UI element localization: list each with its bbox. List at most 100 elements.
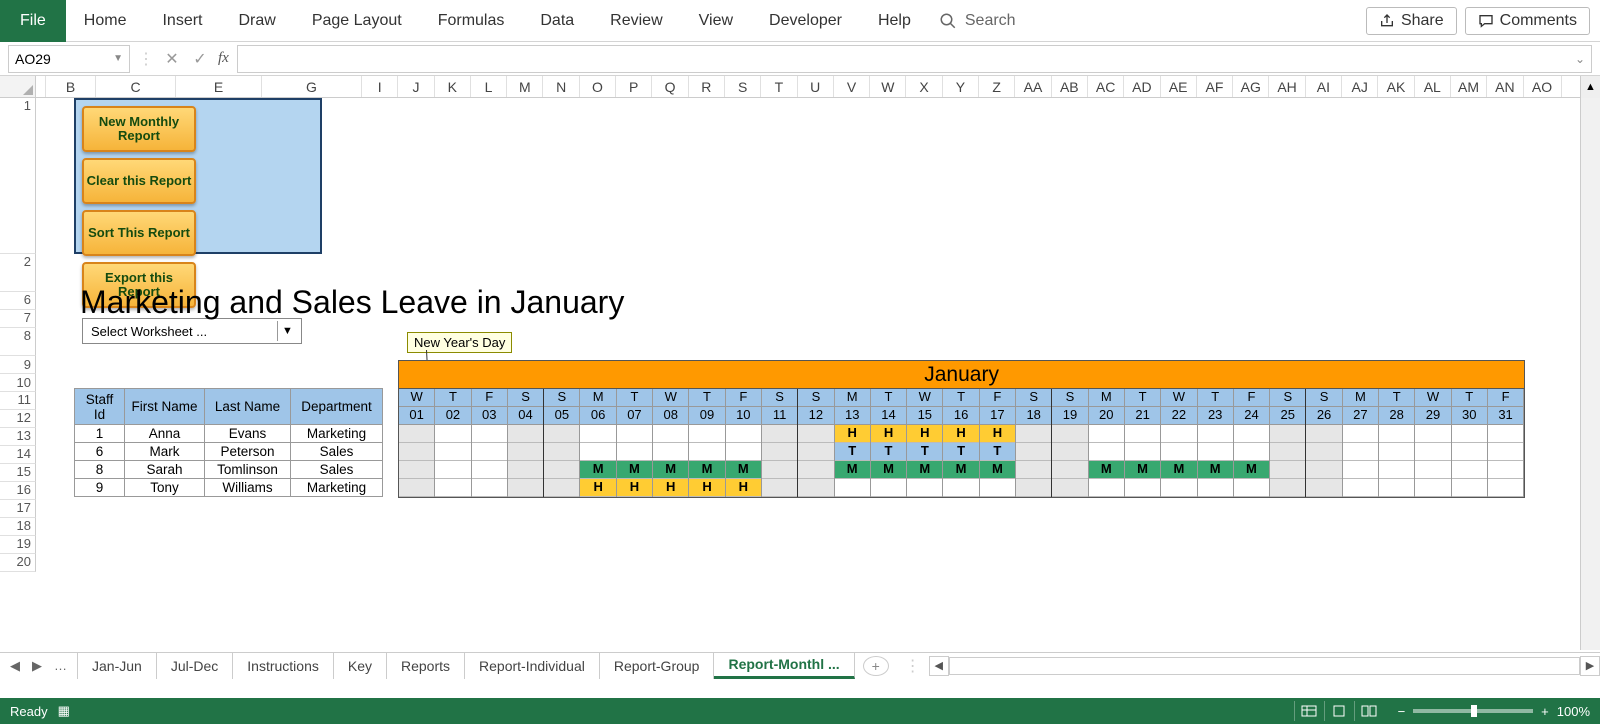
- cal-cell[interactable]: [1125, 425, 1160, 443]
- cal-cell[interactable]: [1270, 443, 1305, 461]
- cal-cell[interactable]: [1234, 425, 1269, 443]
- cal-cell[interactable]: [726, 443, 761, 461]
- cal-cell[interactable]: [1198, 479, 1233, 497]
- cal-cell[interactable]: [399, 425, 434, 443]
- col-header-AK[interactable]: AK: [1378, 76, 1414, 97]
- cal-cell[interactable]: [762, 479, 797, 497]
- zoom-in-button[interactable]: +: [1541, 704, 1549, 719]
- expand-formula-bar-icon[interactable]: ⌄: [1575, 52, 1585, 66]
- col-header-AD[interactable]: AD: [1124, 76, 1160, 97]
- cal-cell[interactable]: H: [871, 425, 906, 443]
- ribbon-tab-page-layout[interactable]: Page Layout: [294, 0, 420, 42]
- new-monthly-report-button[interactable]: New Monthly Report: [82, 106, 196, 152]
- col-header-M[interactable]: M: [507, 76, 543, 97]
- cal-cell[interactable]: H: [835, 425, 870, 443]
- cal-cell[interactable]: [435, 443, 470, 461]
- staff-cell[interactable]: Peterson: [205, 443, 291, 461]
- sheet-tab-reports[interactable]: Reports: [387, 653, 465, 679]
- ribbon-tab-draw[interactable]: Draw: [220, 0, 293, 42]
- cal-cell[interactable]: M: [617, 461, 652, 479]
- col-header-AJ[interactable]: AJ: [1342, 76, 1378, 97]
- col-header-AM[interactable]: AM: [1451, 76, 1487, 97]
- col-header-AC[interactable]: AC: [1088, 76, 1124, 97]
- col-header-AB[interactable]: AB: [1052, 76, 1088, 97]
- cal-cell[interactable]: [1052, 461, 1087, 479]
- cal-cell[interactable]: [1343, 461, 1378, 479]
- col-header-X[interactable]: X: [906, 76, 942, 97]
- col-header-K[interactable]: K: [435, 76, 471, 97]
- cal-cell[interactable]: [1306, 479, 1341, 497]
- col-header-AA[interactable]: AA: [1015, 76, 1051, 97]
- cal-cell[interactable]: M: [907, 461, 942, 479]
- row-header-2[interactable]: 2: [0, 254, 36, 292]
- staff-cell[interactable]: Sarah: [125, 461, 205, 479]
- cal-cell[interactable]: [798, 461, 833, 479]
- clear-this-report-button[interactable]: Clear this Report: [82, 158, 196, 204]
- cal-cell[interactable]: [762, 425, 797, 443]
- cal-cell[interactable]: [1306, 443, 1341, 461]
- col-header-AN[interactable]: AN: [1487, 76, 1523, 97]
- sheet-tab-instructions[interactable]: Instructions: [233, 653, 334, 679]
- cal-cell[interactable]: [1306, 425, 1341, 443]
- cal-cell[interactable]: [399, 479, 434, 497]
- cal-cell[interactable]: [1379, 479, 1414, 497]
- sheet-tab-report-group[interactable]: Report-Group: [600, 653, 715, 679]
- col-header-T[interactable]: T: [761, 76, 797, 97]
- cal-cell[interactable]: [1234, 479, 1269, 497]
- cal-cell[interactable]: H: [980, 425, 1015, 443]
- cal-cell[interactable]: T: [835, 443, 870, 461]
- col-header-O[interactable]: O: [580, 76, 616, 97]
- cal-cell[interactable]: [1306, 461, 1341, 479]
- staff-cell[interactable]: 1: [75, 425, 125, 443]
- cal-cell[interactable]: M: [580, 461, 615, 479]
- cal-cell[interactable]: [943, 479, 978, 497]
- cal-cell[interactable]: [544, 479, 579, 497]
- cal-cell[interactable]: [1452, 425, 1487, 443]
- zoom-slider[interactable]: [1413, 709, 1533, 713]
- tab-nav-more[interactable]: …: [54, 658, 67, 674]
- cal-cell[interactable]: [1415, 479, 1450, 497]
- fx-icon[interactable]: fx: [218, 50, 229, 67]
- col-header-Z[interactable]: Z: [979, 76, 1015, 97]
- staff-cell[interactable]: 6: [75, 443, 125, 461]
- cal-cell[interactable]: [544, 461, 579, 479]
- staff-cell[interactable]: Mark: [125, 443, 205, 461]
- add-sheet-button[interactable]: +: [863, 656, 889, 676]
- row-header-18[interactable]: 18: [0, 518, 36, 536]
- tab-nav-prev[interactable]: ◀: [10, 658, 20, 674]
- cal-cell[interactable]: [508, 425, 543, 443]
- col-header-P[interactable]: P: [616, 76, 652, 97]
- col-header-S[interactable]: S: [725, 76, 761, 97]
- cal-cell[interactable]: [1198, 443, 1233, 461]
- sheet-tab-jul-dec[interactable]: Jul-Dec: [157, 653, 233, 679]
- row-header-13[interactable]: 13: [0, 428, 36, 446]
- cal-cell[interactable]: [1270, 461, 1305, 479]
- cal-cell[interactable]: [472, 461, 507, 479]
- staff-cell[interactable]: Marketing: [291, 425, 383, 443]
- cal-cell[interactable]: [580, 443, 615, 461]
- macro-record-icon[interactable]: ▦: [58, 703, 70, 719]
- cal-cell[interactable]: [653, 443, 688, 461]
- col-header-L[interactable]: L: [471, 76, 507, 97]
- cal-cell[interactable]: [508, 461, 543, 479]
- col-header-G[interactable]: G: [262, 76, 362, 97]
- scroll-up-button[interactable]: ▲: [1580, 76, 1600, 98]
- cal-cell[interactable]: [1125, 443, 1160, 461]
- col-header-V[interactable]: V: [834, 76, 870, 97]
- row-header-15[interactable]: 15: [0, 464, 36, 482]
- row-header-16[interactable]: 16: [0, 482, 36, 500]
- cal-cell[interactable]: [1452, 443, 1487, 461]
- col-header-Y[interactable]: Y: [943, 76, 979, 97]
- view-page-layout-icon[interactable]: [1324, 701, 1354, 721]
- cal-cell[interactable]: [1089, 425, 1124, 443]
- cal-cell[interactable]: [1379, 425, 1414, 443]
- cal-cell[interactable]: [726, 425, 761, 443]
- cal-cell[interactable]: T: [943, 443, 978, 461]
- cal-cell[interactable]: [980, 479, 1015, 497]
- cancel-icon[interactable]: ✕: [162, 49, 182, 69]
- search-box[interactable]: Search: [939, 12, 1016, 30]
- col-header-AE[interactable]: AE: [1161, 76, 1197, 97]
- row-header-8[interactable]: 8: [0, 328, 36, 356]
- row-header-12[interactable]: 12: [0, 410, 36, 428]
- ribbon-tab-formulas[interactable]: Formulas: [420, 0, 523, 42]
